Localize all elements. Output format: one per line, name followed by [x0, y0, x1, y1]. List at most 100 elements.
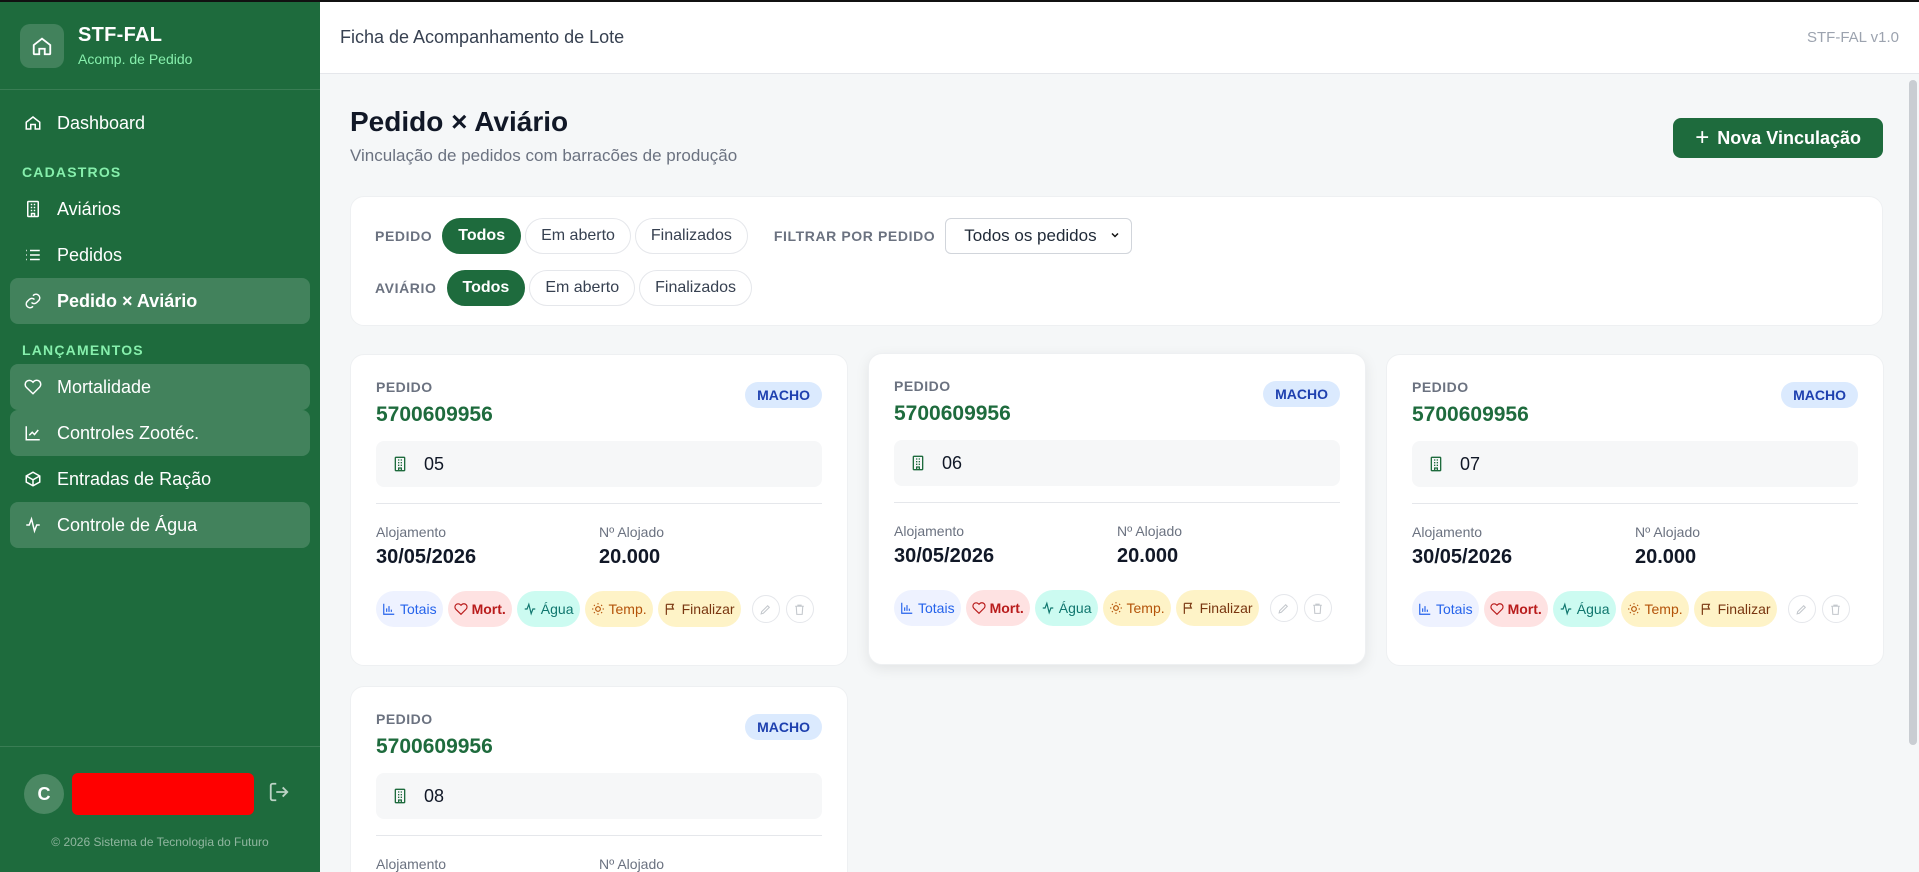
edit-icon[interactable] — [1787, 595, 1816, 623]
temp-button[interactable]: Temp. — [1620, 591, 1689, 627]
mort-button[interactable]: Mort. — [1483, 591, 1548, 627]
card-pedido-number: 5700609956 — [894, 402, 1011, 425]
temp-button[interactable]: Temp. — [584, 591, 653, 627]
totais-button[interactable]: Totais — [894, 590, 961, 626]
sidebar: STF-FAL Acomp. de Pedido Dashboard CADAS… — [0, 2, 320, 872]
agua-button[interactable]: Água — [1552, 591, 1616, 627]
bar-chart-icon — [382, 602, 396, 616]
sidebar-item-agua[interactable]: Controle de Água — [10, 502, 310, 548]
alojamento-label: Alojamento — [894, 523, 965, 539]
aviario-name: 05 — [424, 453, 445, 474]
mort-button[interactable]: Mort. — [447, 591, 512, 627]
app-version: STF-FAL v1.0 — [1807, 29, 1899, 46]
brand[interactable]: STF-FAL Acomp. de Pedido — [0, 2, 320, 90]
finalizar-label: Finalizar — [1199, 600, 1253, 616]
sidebar-item-entradas[interactable]: Entradas de Ração — [10, 456, 310, 502]
app-subtitle: Acomp. de Pedido — [78, 51, 193, 67]
heart-icon — [453, 602, 468, 616]
filter-aviario-todos[interactable]: Todos — [446, 270, 526, 306]
sun-icon — [1627, 602, 1641, 616]
activity-icon — [523, 602, 537, 616]
sidebar-item-aviarios[interactable]: Aviários — [10, 186, 310, 232]
temp-label: Temp. — [608, 601, 647, 617]
chevron-down-icon — [1109, 226, 1121, 246]
alojado-count: 20.000 — [599, 546, 661, 568]
sidebar-item-pedidos[interactable]: Pedidos — [10, 232, 310, 278]
pedido-select[interactable]: Todos os pedidos — [945, 218, 1132, 254]
trash-icon[interactable] — [1303, 594, 1332, 622]
plus-icon: + — [1695, 124, 1710, 151]
sidebar-item-label: Pedido × Aviário — [57, 290, 198, 311]
alojamento-date: 30/05/2026 — [376, 546, 477, 568]
sex-badge: MACHO — [1781, 382, 1858, 408]
totais-button[interactable]: Totais — [376, 591, 443, 627]
flag-icon — [1182, 601, 1196, 615]
agua-label: Água — [540, 601, 574, 617]
sidebar-item-label: Entradas de Ração — [57, 468, 212, 489]
alojado-count: 20.000 — [1635, 546, 1697, 568]
agua-button[interactable]: Água — [1034, 590, 1098, 626]
agua-button[interactable]: Água — [516, 591, 580, 627]
finalizar-label: Finalizar — [681, 601, 735, 617]
aviario-name: 06 — [942, 452, 963, 473]
sex-badge: MACHO — [745, 382, 822, 408]
pedido-aviario-card: PEDIDO 5700609956 MACHO 06 Alojamento 30… — [868, 353, 1366, 665]
aviario-box: 06 — [894, 440, 1340, 486]
edit-icon[interactable] — [1269, 594, 1298, 622]
new-link-button[interactable]: + Nova Vinculação — [1673, 118, 1883, 158]
topbar-title: Ficha de Acompanhamento de Lote — [340, 27, 625, 47]
building-icon — [23, 199, 43, 219]
agua-label: Água — [1058, 600, 1092, 616]
building-icon — [392, 787, 408, 805]
edit-icon[interactable] — [751, 595, 780, 623]
activity-icon — [1041, 601, 1055, 615]
avatar[interactable]: C — [24, 774, 64, 814]
finalizar-button[interactable]: Finalizar — [1693, 591, 1777, 627]
page-title: Pedido × Aviário — [350, 106, 569, 137]
sidebar-item-label: Controle de Água — [57, 514, 198, 535]
building-icon — [392, 455, 408, 473]
filter-aviario-em-aberto[interactable]: Em aberto — [529, 270, 636, 306]
sidebar-item-controles[interactable]: Controles Zootéc. — [10, 410, 310, 456]
heart-icon — [23, 377, 43, 397]
finalizar-button[interactable]: Finalizar — [657, 591, 741, 627]
aviario-box: 05 — [376, 441, 822, 487]
agua-label: Água — [1576, 601, 1610, 617]
alojamento-label: Alojamento — [376, 856, 447, 872]
temp-button[interactable]: Temp. — [1102, 590, 1171, 626]
aviario-name: 08 — [424, 785, 445, 806]
sidebar-item-dashboard[interactable]: Dashboard — [10, 100, 310, 146]
totais-button[interactable]: Totais — [1412, 591, 1479, 627]
totais-label: Totais — [1436, 601, 1473, 617]
sidebar-item-mortalidade[interactable]: Mortalidade — [10, 364, 310, 410]
filter-pedido-todos[interactable]: Todos — [442, 218, 522, 254]
alojamento-label: Alojamento — [376, 524, 447, 540]
trash-icon[interactable] — [1821, 595, 1850, 623]
sidebar-item-label: Mortalidade — [57, 376, 152, 397]
sun-icon — [591, 602, 605, 616]
alojamento-date: 30/05/2026 — [1412, 546, 1513, 568]
alojamento-date: 30/05/2026 — [894, 545, 995, 567]
filter-aviario-label: AVIÁRIO — [375, 280, 437, 296]
finalizar-label: Finalizar — [1717, 601, 1771, 617]
alojado-count: 20.000 — [1117, 545, 1179, 567]
filter-pedido-em-aberto[interactable]: Em aberto — [525, 218, 631, 254]
sidebar-item-label: Pedidos — [57, 244, 123, 265]
card-pedido-label: PEDIDO — [1412, 379, 1469, 395]
alojamento-label: Alojamento — [1412, 524, 1483, 540]
filter-pedido-finalizados[interactable]: Finalizados — [634, 218, 748, 254]
sex-badge: MACHO — [1263, 381, 1340, 407]
totais-label: Totais — [918, 600, 955, 616]
finalizar-button[interactable]: Finalizar — [1175, 590, 1259, 626]
trash-icon[interactable] — [785, 595, 814, 623]
sex-badge: MACHO — [745, 714, 822, 740]
filter-aviario-finalizados[interactable]: Finalizados — [639, 270, 753, 306]
bar-chart-icon — [900, 601, 914, 615]
sidebar-item-label: Aviários — [57, 198, 121, 219]
logout-icon[interactable] — [268, 781, 290, 808]
topbar: Ficha de Acompanhamento de Lote STF-FAL … — [320, 2, 1919, 74]
alojado-label: Nº Alojado — [599, 524, 665, 540]
mort-button[interactable]: Mort. — [965, 590, 1030, 626]
sun-icon — [1109, 601, 1123, 615]
sidebar-item-pedido-aviario[interactable]: Pedido × Aviário — [10, 278, 310, 324]
